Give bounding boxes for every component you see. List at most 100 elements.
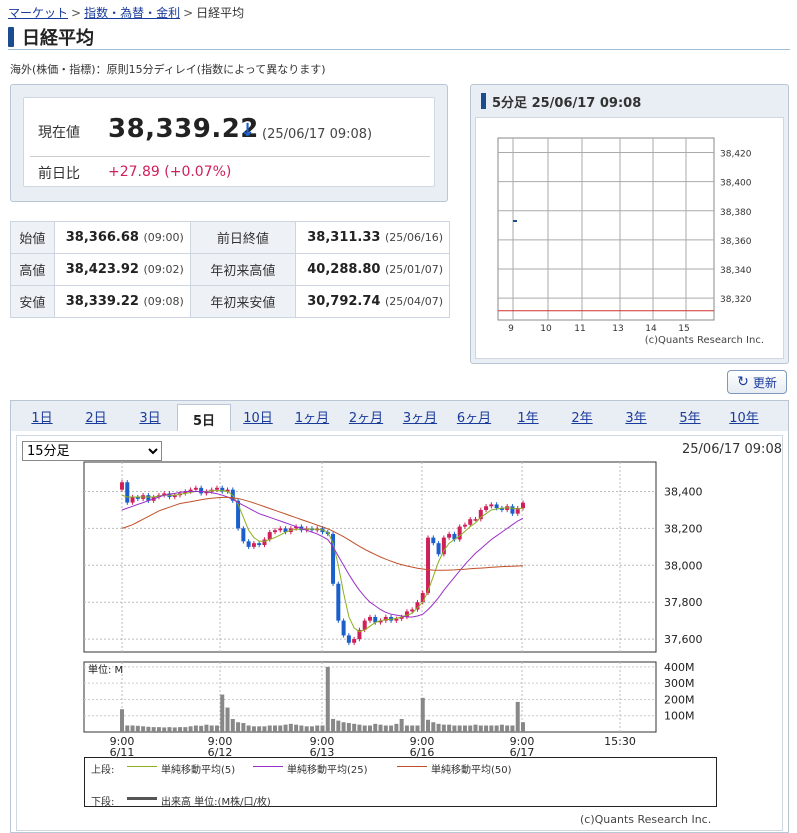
volume-bar (336, 720, 341, 732)
candle-body (199, 487, 204, 494)
volume-bar (441, 724, 446, 732)
chart-legend: 上段: 単純移動平均(5) 単純移動平均(25) 単純移動平均(50) 下段: … (84, 757, 717, 808)
volume-bar (309, 726, 314, 732)
volume-bar (246, 725, 251, 732)
legend-ma25-swatch (253, 766, 283, 767)
candlestick-chart-svg: 37,60037,80038,00038,20038,4009:006/119:… (83, 461, 703, 759)
volume-bar (151, 727, 156, 732)
price-y-tick: 37,800 (664, 596, 703, 609)
candle-body (267, 532, 272, 540)
candle-body (473, 519, 478, 521)
volume-unit-label: 単位: M (88, 663, 123, 676)
volume-bar (505, 725, 510, 732)
volume-bar (257, 726, 262, 732)
volume-bar (156, 727, 161, 732)
volume-bar (462, 725, 467, 732)
candle-body (278, 528, 283, 531)
volume-bar (478, 725, 483, 732)
volume-bar (267, 725, 272, 732)
candle-body (193, 487, 198, 490)
volume-bar (352, 723, 357, 732)
legend-ma5-swatch (127, 766, 157, 767)
price-y-tick: 37,600 (664, 633, 703, 646)
volume-bar (415, 725, 420, 732)
volume-bar (357, 724, 362, 732)
candle-body (336, 583, 341, 621)
candle-body (431, 537, 436, 544)
candle-body (257, 543, 262, 546)
volume-bar (367, 725, 372, 732)
volume-bar (178, 727, 183, 732)
candle-body (331, 533, 336, 584)
candle-body (120, 482, 124, 490)
volume-bar (130, 725, 135, 732)
candle-body (251, 543, 256, 547)
candle-body (468, 519, 473, 525)
volume-bar (241, 723, 246, 732)
chart-copyright: (c)Quants Research Inc. (580, 813, 712, 826)
candle-body (521, 502, 525, 509)
candle-body (489, 504, 494, 507)
candle-body (510, 506, 515, 514)
volume-bar (341, 722, 346, 732)
volume-bar (283, 724, 288, 732)
candle-body (426, 537, 431, 593)
volume-bar (431, 722, 436, 732)
volume-bar (320, 725, 325, 732)
legend-ma50: 単純移動平均(50) (431, 765, 512, 776)
volume-bar (220, 694, 225, 732)
candle-body (246, 541, 251, 547)
volume-bar (225, 707, 230, 732)
volume-bar (383, 725, 388, 732)
price-y-tick: 38,000 (664, 559, 703, 572)
volume-bar (315, 725, 320, 732)
volume-y-tick: 300M (664, 677, 695, 690)
candle-body (352, 639, 357, 643)
volume-bar (278, 725, 283, 732)
volume-bar (394, 723, 399, 732)
price-y-tick: 38,400 (664, 486, 703, 499)
volume-bar (489, 725, 494, 732)
volume-bar (452, 725, 457, 732)
volume-bar (294, 724, 299, 732)
volume-bar (399, 718, 404, 732)
volume-bar (473, 724, 478, 732)
volume-bar (510, 725, 515, 732)
candle-body (130, 497, 135, 503)
volume-y-tick: 100M (664, 710, 695, 723)
candle-body (367, 616, 372, 621)
candle-body (241, 528, 246, 542)
volume-bar (410, 725, 415, 732)
volume-bar (251, 726, 256, 732)
candle-body (273, 530, 278, 533)
volume-bar (209, 725, 214, 732)
volume-bar (515, 701, 520, 732)
legend-ma50-swatch (397, 766, 427, 767)
volume-bar (188, 726, 193, 732)
candle-body (436, 543, 441, 555)
volume-bar (494, 725, 499, 732)
volume-y-tick: 200M (664, 693, 695, 706)
legend-upper-label: 上段: (91, 765, 115, 776)
volume-bar (447, 724, 452, 732)
candle-body (420, 592, 425, 603)
volume-bar (199, 725, 204, 732)
legend-volume-swatch (127, 797, 157, 800)
volume-bar (426, 719, 431, 732)
volume-bar (193, 725, 198, 732)
volume-bar (373, 723, 378, 732)
volume-bar (304, 726, 309, 732)
interval-select[interactable]: 15分足 (22, 441, 162, 461)
candle-body (125, 482, 130, 503)
time-x-tick: 15:30 (604, 735, 636, 748)
volume-plot-frame (83, 661, 657, 733)
volume-y-tick: 400M (664, 661, 695, 674)
volume-bar (125, 725, 130, 732)
volume-bar (346, 723, 351, 732)
volume-bar (135, 725, 140, 732)
price-y-tick: 38,200 (664, 522, 703, 535)
volume-bar (404, 725, 409, 732)
volume-bar (484, 725, 489, 732)
candle-body (214, 487, 219, 490)
volume-bar (172, 727, 177, 732)
